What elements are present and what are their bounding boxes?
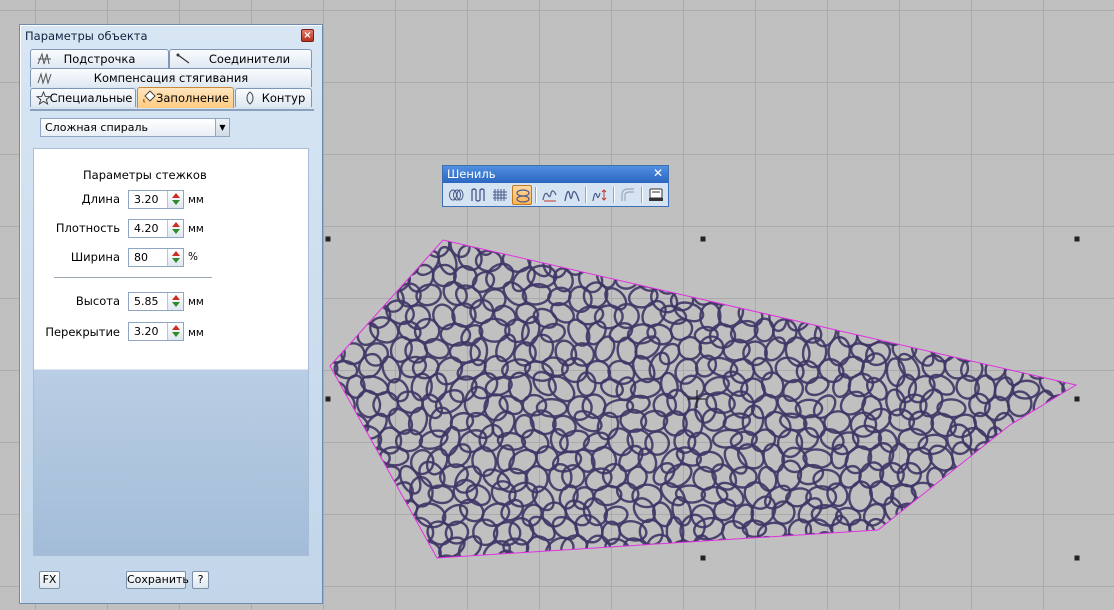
overlap-spinner[interactable] bbox=[167, 323, 183, 340]
density-spinner[interactable] bbox=[167, 220, 183, 237]
panel-close-button[interactable]: × bbox=[301, 29, 314, 42]
arc-icon[interactable] bbox=[618, 185, 638, 205]
length-unit: мм bbox=[188, 194, 204, 206]
fill-bucket-icon bbox=[142, 90, 156, 103]
overlap-unit: мм bbox=[188, 327, 204, 339]
chenille-toolbar: Шениль ✕ bbox=[442, 165, 669, 207]
tab-pull-compensation[interactable]: Компенсация стягивания bbox=[30, 68, 312, 87]
toolbar-separator bbox=[535, 187, 537, 203]
tab-connectors[interactable]: Соединители bbox=[169, 49, 312, 68]
tab-stitching-label: Подстрочка bbox=[63, 52, 136, 66]
moss-curves-icon[interactable] bbox=[540, 185, 560, 205]
selection-handle[interactable] bbox=[1074, 555, 1080, 561]
height-label: Высота bbox=[75, 294, 120, 308]
length-label: Длина bbox=[81, 192, 120, 206]
pull-compensation-icon bbox=[37, 72, 52, 85]
column-icon[interactable] bbox=[468, 185, 488, 205]
chenille-title: Шениль bbox=[447, 167, 496, 181]
density-unit: мм bbox=[188, 223, 204, 235]
tab-fill[interactable]: Заполнение bbox=[137, 87, 234, 108]
params-heading: Параметры стежков bbox=[83, 168, 207, 182]
fx-button[interactable]: FX bbox=[39, 571, 60, 589]
width-spinner[interactable] bbox=[167, 249, 183, 266]
selection-handle[interactable] bbox=[325, 396, 331, 402]
moss-height-icon[interactable] bbox=[590, 185, 610, 205]
spiral-fill-icon[interactable] bbox=[512, 185, 532, 205]
selection-handle[interactable] bbox=[700, 236, 706, 242]
outline-icon bbox=[246, 91, 254, 105]
panel-title: Параметры объекта bbox=[25, 29, 148, 43]
machine-icon[interactable] bbox=[646, 185, 666, 205]
tab-special[interactable]: Специальные bbox=[30, 88, 136, 107]
toolbar-separator bbox=[585, 187, 587, 203]
star-icon bbox=[36, 91, 51, 105]
length-spinner[interactable] bbox=[167, 191, 183, 208]
connectors-icon bbox=[176, 53, 190, 64]
selection-handle[interactable] bbox=[1074, 396, 1080, 402]
chevron-down-icon[interactable]: ▼ bbox=[215, 118, 230, 137]
fill-type-select[interactable]: Сложная спираль bbox=[40, 118, 229, 137]
height-spinner[interactable] bbox=[167, 293, 183, 310]
selection-handle[interactable] bbox=[1074, 236, 1080, 242]
close-icon: × bbox=[303, 30, 312, 41]
height-unit: мм bbox=[188, 296, 204, 308]
save-button[interactable]: Сохранить bbox=[126, 571, 189, 589]
stitch-params-box bbox=[33, 148, 309, 556]
tab-connectors-label: Соединители bbox=[208, 52, 291, 66]
toolbar-separator bbox=[641, 187, 643, 203]
tab-divider bbox=[30, 109, 314, 111]
stitching-icon bbox=[37, 52, 51, 65]
toolbar-separator bbox=[613, 187, 615, 203]
tab-outline[interactable]: Контур bbox=[235, 88, 312, 107]
grid-fill-icon[interactable] bbox=[490, 185, 510, 205]
width-label: Ширина bbox=[70, 250, 120, 264]
chain-loops-icon[interactable] bbox=[446, 185, 466, 205]
moss-loops-icon[interactable] bbox=[562, 185, 582, 205]
overlap-label: Перекрытие bbox=[45, 325, 120, 339]
selection-handle[interactable] bbox=[325, 236, 331, 242]
chenille-stitch-pattern bbox=[330, 240, 1076, 558]
tab-stitching[interactable]: Подстрочка bbox=[30, 49, 169, 68]
tab-pull-compensation-label: Компенсация стягивания bbox=[93, 71, 249, 85]
help-button[interactable]: ? bbox=[192, 571, 209, 589]
density-label: Плотность bbox=[55, 221, 120, 235]
object-properties-panel: Параметры объекта × Подстрочка Соедините… bbox=[19, 24, 323, 604]
close-icon[interactable]: ✕ bbox=[653, 166, 663, 180]
params-divider bbox=[54, 277, 212, 278]
width-unit: % bbox=[188, 251, 198, 263]
selection-handle[interactable] bbox=[700, 555, 706, 561]
chenille-titlebar[interactable]: Шениль ✕ bbox=[443, 166, 668, 183]
